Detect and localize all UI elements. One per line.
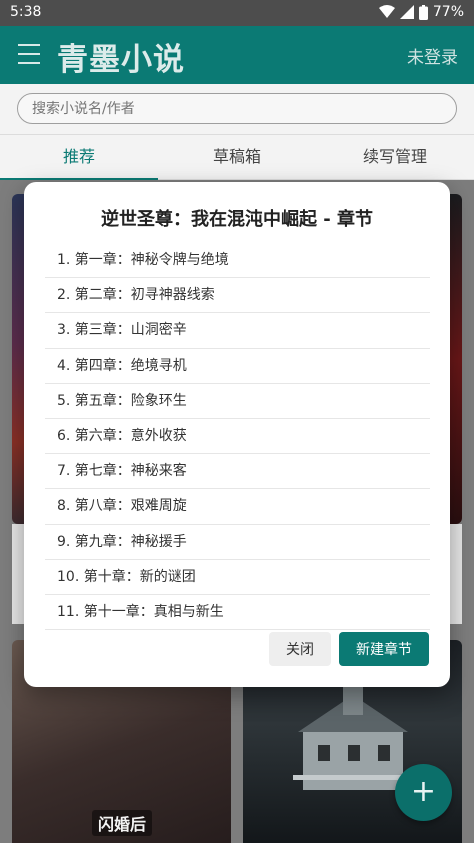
- new-chapter-button[interactable]: 新建章节: [339, 632, 429, 666]
- chapter-item[interactable]: 11. 第十一章：真相与新生: [45, 595, 430, 631]
- hamburger-menu-icon[interactable]: [18, 44, 40, 64]
- signal-icon: [399, 5, 414, 19]
- cover-title-text: 闪婚后: [92, 810, 153, 836]
- chapter-item[interactable]: 9. 第九章：神秘援手: [45, 525, 430, 560]
- chapter-item[interactable]: 3. 第三章：山洞密辛: [45, 313, 430, 349]
- status-time: 5:38: [10, 4, 42, 20]
- wifi-icon: [378, 5, 395, 18]
- tab-continuation-manage[interactable]: 续写管理: [316, 135, 474, 180]
- add-novel-fab[interactable]: +: [395, 764, 452, 821]
- close-button[interactable]: 关闭: [269, 632, 331, 666]
- app-bar: 青墨小说 未登录: [0, 26, 474, 84]
- chapter-dialog: 逆世圣尊：我在混沌中崛起 - 章节 1. 第一章：神秘令牌与绝境 2. 第二章：…: [24, 182, 450, 687]
- tab-drafts[interactable]: 草稿箱: [158, 135, 316, 180]
- chapter-item[interactable]: 10. 第十章：新的谜团: [45, 560, 430, 595]
- chapter-item[interactable]: 6. 第六章：意外收获: [45, 419, 430, 455]
- chapter-item[interactable]: 8. 第八章：艰难周旋: [45, 489, 430, 525]
- login-button[interactable]: 未登录: [407, 43, 458, 68]
- chapter-item[interactable]: 2. 第二章：初寻神器线索: [45, 278, 430, 314]
- chapter-item[interactable]: 1. 第一章：神秘令牌与绝境: [45, 243, 430, 279]
- search-area: [0, 84, 474, 134]
- dialog-title: 逆世圣尊：我在混沌中崛起 - 章节: [100, 209, 373, 230]
- chapter-item[interactable]: 7. 第七章：神秘来客: [45, 454, 430, 490]
- status-icons: 77%: [378, 4, 464, 20]
- tab-recommend[interactable]: 推荐: [0, 135, 158, 180]
- battery-icon: [418, 4, 428, 20]
- chapter-item[interactable]: 5. 第五章：险象环生: [45, 384, 430, 419]
- app-title: 青墨小说: [57, 42, 185, 78]
- chapter-item[interactable]: 4. 第四章：绝境寻机: [45, 349, 430, 384]
- battery-percent: 77%: [432, 4, 464, 20]
- chapter-list[interactable]: 1. 第一章：神秘令牌与绝境 2. 第二章：初寻神器线索 3. 第三章：山洞密辛…: [45, 243, 430, 631]
- search-input[interactable]: [17, 93, 457, 124]
- tab-bar: 推荐 草稿箱 续写管理: [0, 134, 474, 180]
- status-bar: 5:38 77%: [0, 0, 474, 26]
